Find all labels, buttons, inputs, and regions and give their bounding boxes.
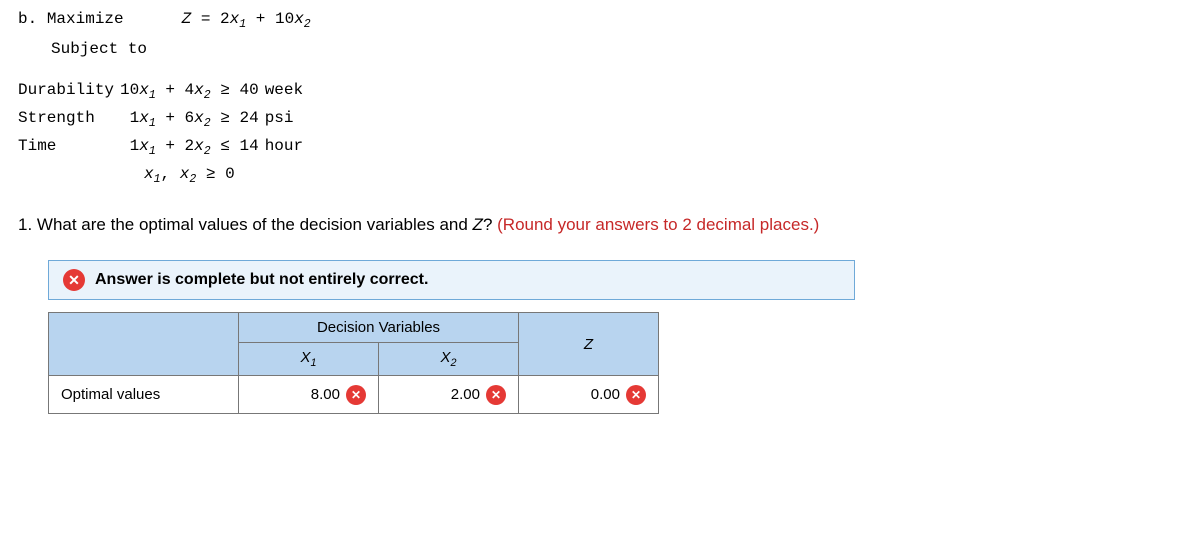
incorrect-icon: ✕ <box>486 385 506 405</box>
maximize-label: Maximize <box>47 10 124 28</box>
x1-header: X1 <box>239 343 379 376</box>
z-variable: Z <box>473 215 483 234</box>
answer-table: Decision Variables Z X1 X2 Optimal value… <box>48 312 659 414</box>
feedback-message: Answer is complete but not entirely corr… <box>95 271 428 289</box>
constraint-expr: 1x1 + 2x2 ≤ 14 <box>120 135 265 163</box>
question-text: 1. What are the optimal values of the de… <box>18 213 1182 237</box>
question-suffix: ? <box>483 215 497 234</box>
decision-variables-header: Decision Variables <box>239 313 519 343</box>
cross-glyph: ✕ <box>68 273 80 287</box>
incorrect-icon: ✕ <box>346 385 366 405</box>
constraint-label: Time <box>18 135 120 163</box>
question-prefix: 1. What are the optimal values of the de… <box>18 215 473 234</box>
constraint-expr: 10x1 + 4x2 ≥ 40 <box>120 79 265 107</box>
nonneg-constraint: x1, x2 ≥ 0 <box>120 163 265 191</box>
z-value-cell[interactable]: 0.00 ✕ <box>519 376 659 414</box>
incorrect-icon: ✕ <box>626 385 646 405</box>
constraints-block: Durability 10x1 + 4x2 ≥ 40 week Strength… <box>18 79 1182 191</box>
objective-function: Z = 2x1 + 10x2 <box>182 8 311 34</box>
problem-statement: b. Maximize Z = 2x1 + 10x2 Subject to Du… <box>18 8 1182 191</box>
feedback-banner: ✕ Answer is complete but not entirely co… <box>48 260 855 300</box>
optimal-values-label: Optimal values <box>49 376 239 414</box>
subject-to-label: Subject to <box>18 38 1182 61</box>
x2-value: 2.00 <box>451 386 480 403</box>
x2-value-cell[interactable]: 2.00 ✕ <box>379 376 519 414</box>
x1-value-cell[interactable]: 8.00 ✕ <box>239 376 379 414</box>
cross-icon: ✕ <box>63 269 85 291</box>
x1-value: 8.00 <box>311 386 340 403</box>
constraint-unit: psi <box>265 107 309 135</box>
constraint-label: Strength <box>18 107 120 135</box>
constraint-unit: hour <box>265 135 309 163</box>
constraint-unit: week <box>265 79 309 107</box>
z-header: Z <box>519 313 659 376</box>
constraint-label: Durability <box>18 79 120 107</box>
x2-header: X2 <box>379 343 519 376</box>
z-value: 0.00 <box>591 386 620 403</box>
part-label: b. <box>18 10 37 28</box>
question-hint: (Round your answers to 2 decimal places.… <box>497 215 819 234</box>
constraint-expr: 1x1 + 6x2 ≥ 24 <box>120 107 265 135</box>
